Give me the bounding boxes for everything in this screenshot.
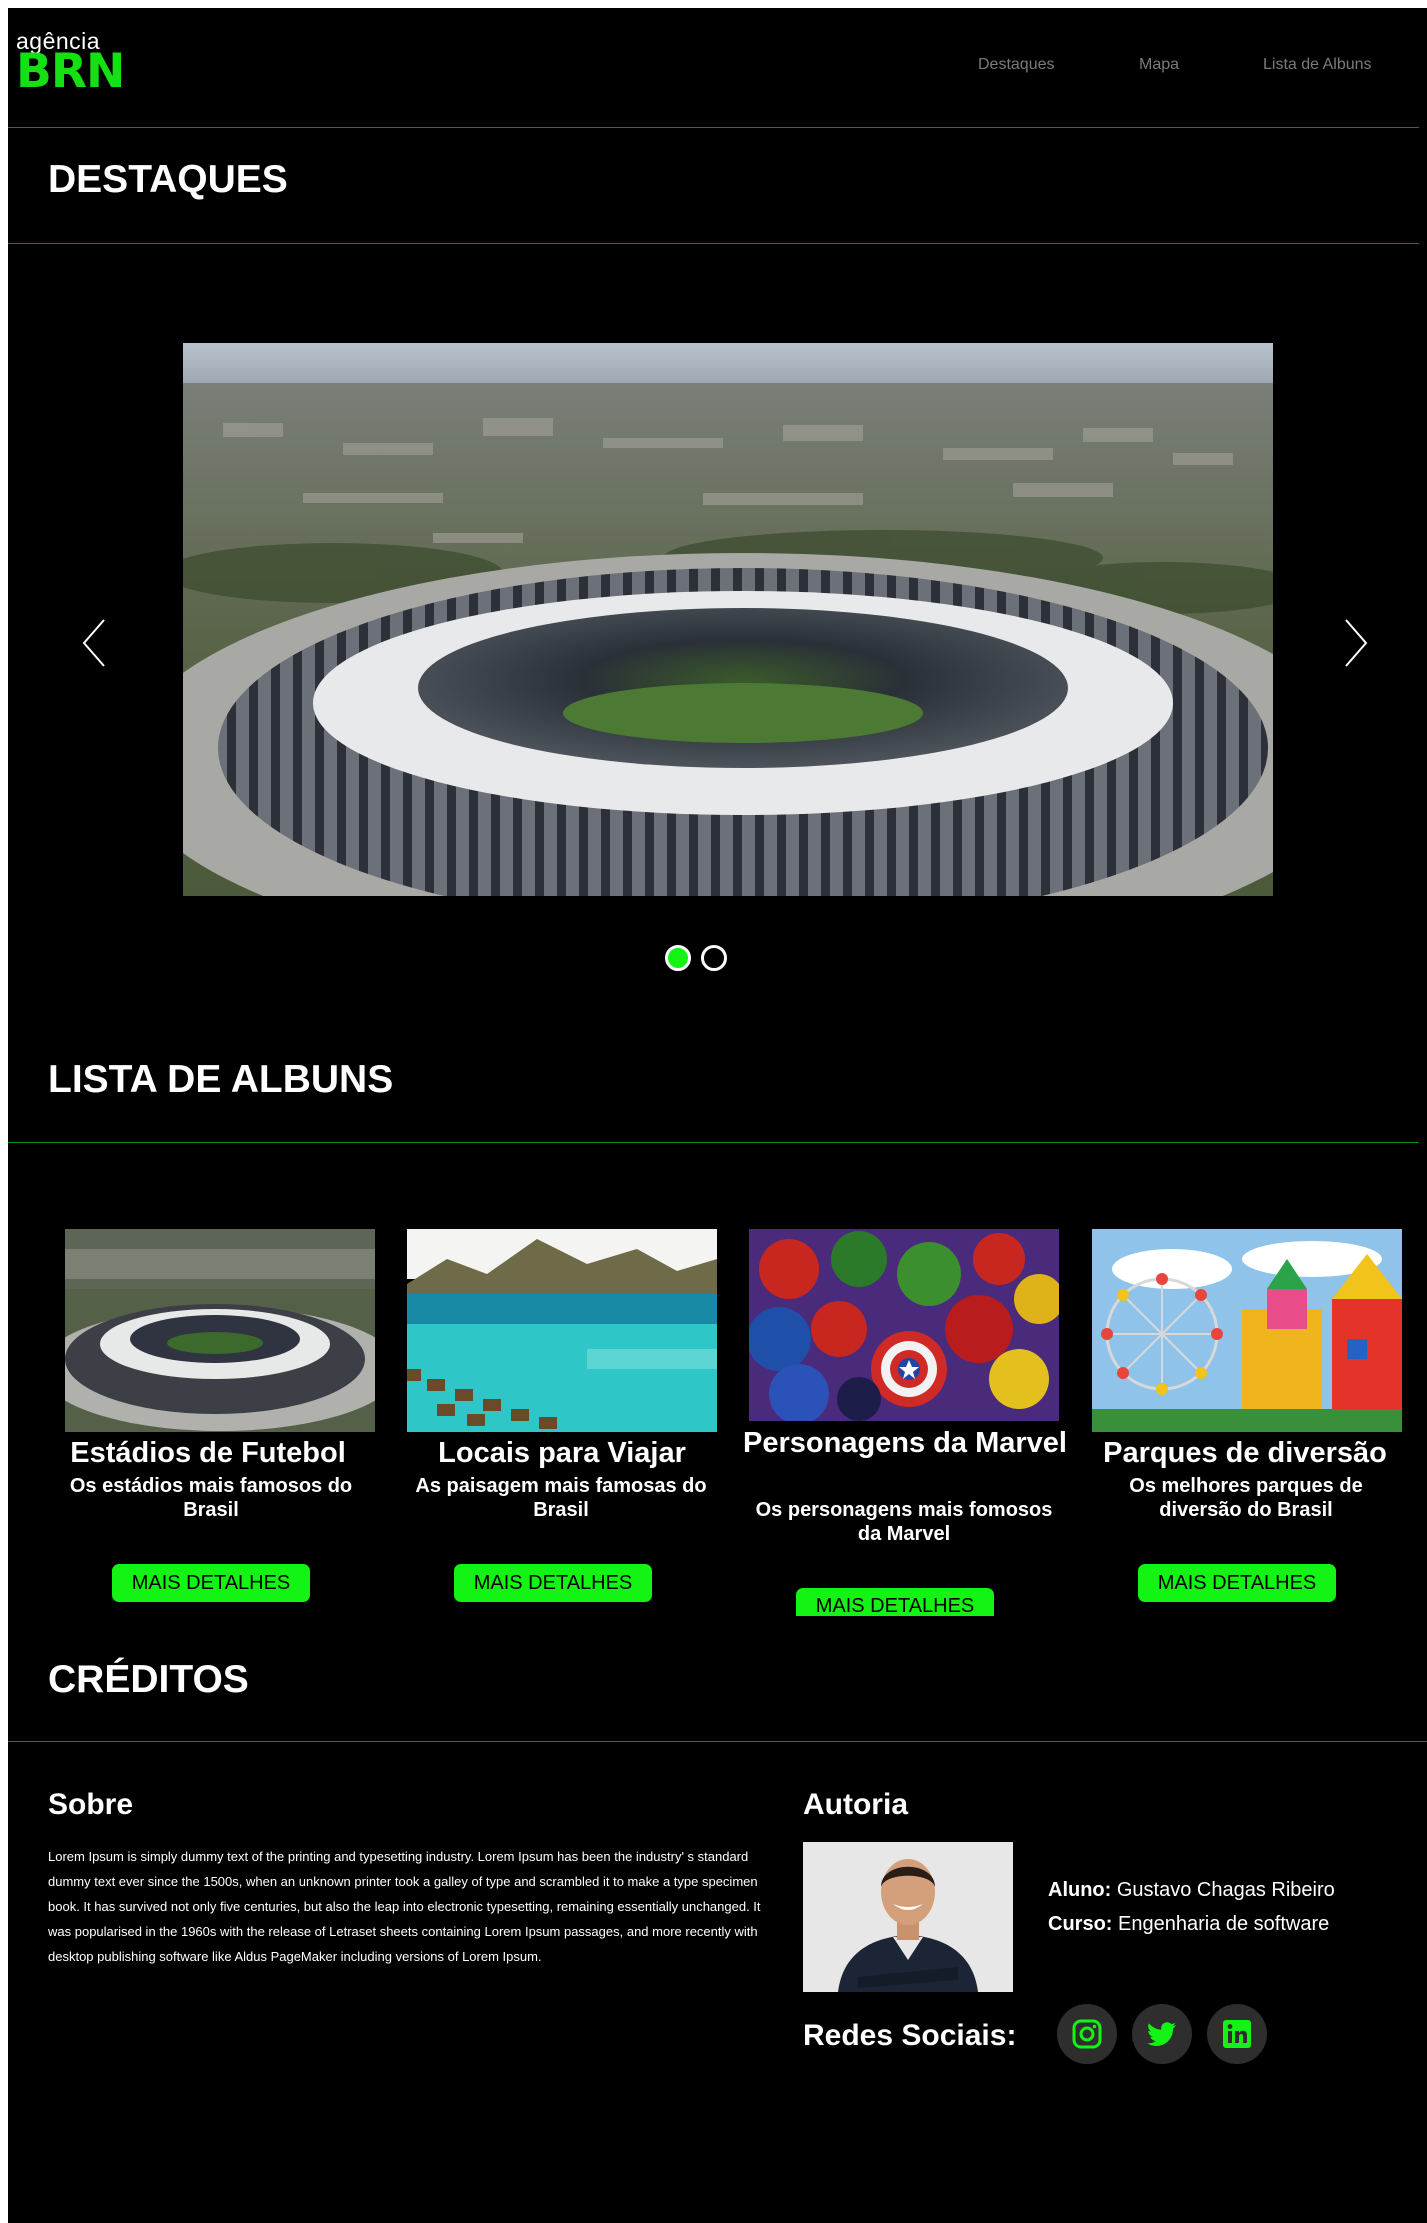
album-subtitle: Os melhores parques de diversão do Brasi… bbox=[1129, 1475, 1363, 1521]
chevron-right-icon[interactable] bbox=[1330, 608, 1374, 678]
carousel-dot-2[interactable] bbox=[701, 945, 727, 971]
carousel-dot-1[interactable] bbox=[665, 945, 691, 971]
nav-lista-albuns[interactable]: Lista de Albuns bbox=[1263, 56, 1372, 74]
sobre-title: Sobre bbox=[48, 1788, 134, 1821]
curso-line: Curso: Engenharia de software bbox=[1048, 1913, 1329, 1936]
carousel-slide-image bbox=[183, 343, 1273, 896]
album-subtitle: As paisagem mais famosas do Brasil bbox=[415, 1475, 707, 1521]
aluno-value: Gustavo Chagas Ribeiro bbox=[1116, 1879, 1335, 1901]
aluno-line: Aluno: Gustavo Chagas Ribeiro bbox=[1048, 1879, 1335, 1902]
divider bbox=[8, 1142, 1427, 1143]
section-title-albuns: LISTA DE ALBUNS bbox=[48, 1058, 394, 1101]
autoria-title: Autoria bbox=[803, 1788, 908, 1821]
section-title-creditos: CRÉDITOS bbox=[48, 1658, 249, 1701]
section-title-destaques: DESTAQUES bbox=[48, 158, 288, 201]
twitter-icon[interactable] bbox=[1132, 2004, 1192, 2064]
album-image-locais bbox=[407, 1229, 717, 1432]
author-photo bbox=[803, 1842, 1013, 1992]
stadium-aerial-image bbox=[183, 343, 1273, 896]
sobre-text: Lorem Ipsum is simply dummy text of the … bbox=[48, 1849, 761, 1964]
album-image-estadios bbox=[65, 1229, 375, 1432]
mais-detalhes-button[interactable]: MAIS DETALHES bbox=[454, 1564, 652, 1602]
page-edge-fill bbox=[1419, 8, 1427, 1618]
album-title: Locais para Viajar bbox=[438, 1437, 686, 1469]
nav-destaques[interactable]: Destaques bbox=[978, 56, 1055, 74]
album-title: Parques de diversão bbox=[1103, 1437, 1387, 1469]
aluno-label: Aluno: bbox=[1048, 1879, 1112, 1901]
linkedin-icon[interactable] bbox=[1207, 2004, 1267, 2064]
mais-detalhes-button[interactable]: MAIS DETALHES bbox=[1138, 1564, 1336, 1602]
album-subtitle: Os estádios mais famosos do Brasil bbox=[69, 1475, 353, 1521]
instagram-icon[interactable] bbox=[1057, 2004, 1117, 2064]
divider bbox=[8, 243, 1427, 244]
album-subtitle: Os personagens mais fomosos da Marvel bbox=[755, 1499, 1053, 1545]
logo-big-text: BRN bbox=[16, 44, 125, 99]
chevron-left-icon[interactable] bbox=[76, 608, 120, 678]
nav-mapa[interactable]: Mapa bbox=[1139, 56, 1179, 74]
site-header: agência BRN Destaques Mapa Lista de Albu… bbox=[8, 8, 1427, 128]
page: agência BRN Destaques Mapa Lista de Albu… bbox=[8, 8, 1427, 2223]
album-image-parques bbox=[1092, 1229, 1402, 1432]
redes-sociais-title: Redes Sociais: bbox=[803, 2019, 1017, 2052]
album-title: Personagens da Marvel bbox=[743, 1427, 1067, 1459]
mais-detalhes-button[interactable]: MAIS DETALHES bbox=[796, 1588, 994, 1616]
album-title: Estádios de Futebol bbox=[70, 1437, 346, 1469]
divider bbox=[8, 1741, 1427, 1742]
curso-label: Curso: bbox=[1048, 1913, 1113, 1935]
logo[interactable]: agência BRN bbox=[16, 30, 125, 99]
mais-detalhes-button[interactable]: MAIS DETALHES bbox=[112, 1564, 310, 1602]
album-image-marvel bbox=[749, 1229, 1059, 1421]
curso-value: Engenharia de software bbox=[1118, 1913, 1330, 1935]
